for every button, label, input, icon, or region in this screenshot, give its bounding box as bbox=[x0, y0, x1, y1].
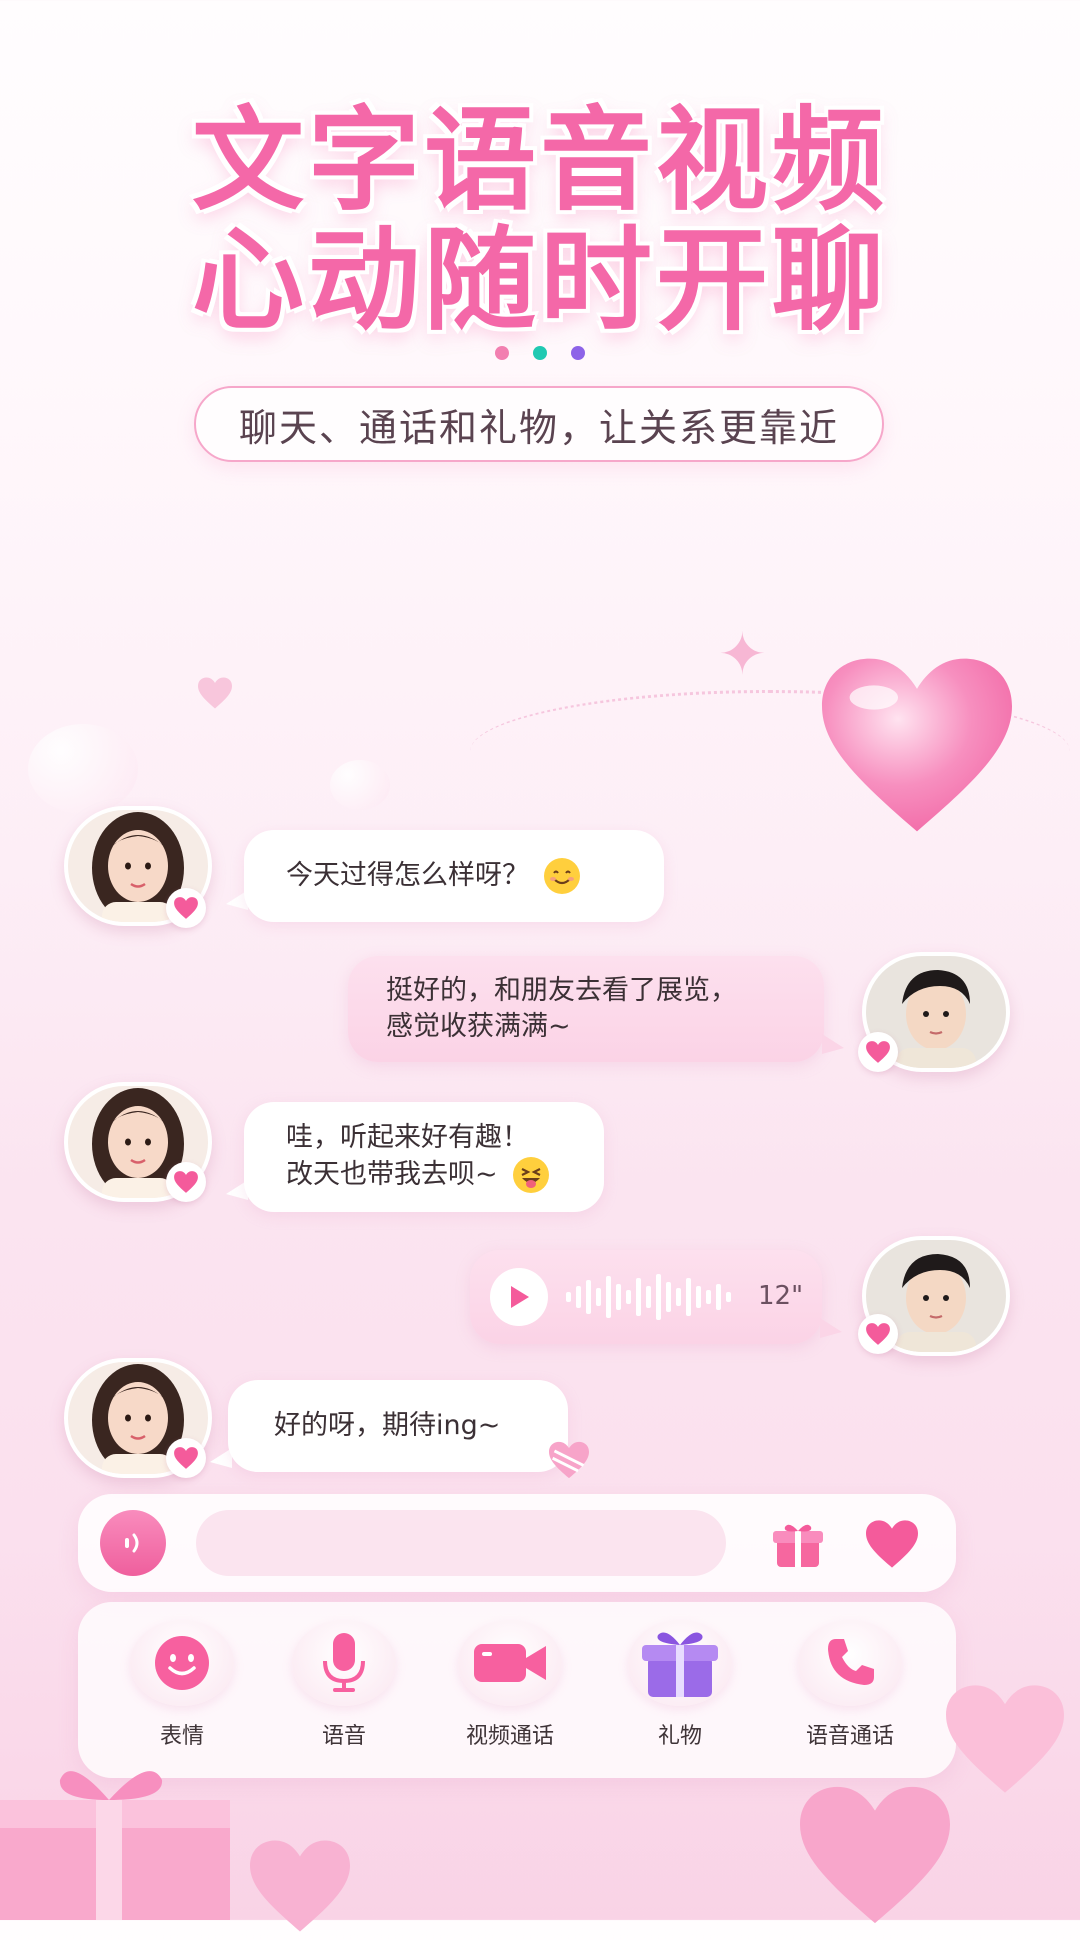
tool-emoji[interactable]: 表情 bbox=[112, 1620, 252, 1770]
pager-dot-3 bbox=[571, 346, 585, 360]
smiling-face-icon bbox=[543, 857, 581, 895]
headline-line-1: 文字语音视频 bbox=[192, 96, 888, 226]
tool-label: 表情 bbox=[159, 1724, 204, 1749]
chat-input-bar bbox=[78, 1494, 956, 1592]
pager-dot-2 bbox=[533, 346, 547, 360]
sparkle-icon: ✦ bbox=[718, 620, 767, 688]
tool-label: 视频通话 bbox=[465, 1724, 554, 1749]
pager-dots bbox=[0, 346, 1080, 360]
headline-line-2: 心动随时开聊 bbox=[192, 216, 888, 346]
subtitle-pill: 聊天、通话和礼物，让关系更靠近 bbox=[194, 386, 884, 462]
message-input[interactable] bbox=[196, 1510, 726, 1576]
gift-icon bbox=[773, 1524, 823, 1567]
glossy-heart-icon bbox=[790, 1780, 960, 1934]
small-heart-icon bbox=[196, 676, 234, 714]
video-camera-icon bbox=[474, 1644, 546, 1682]
chat-bubble-incoming: 今天过得怎么样呀？ bbox=[244, 830, 664, 922]
tool-label: 语音通话 bbox=[805, 1724, 894, 1749]
glossy-heart-icon bbox=[240, 1836, 360, 1940]
candy-heart-icon bbox=[546, 1440, 592, 1484]
voice-duration: 12" bbox=[758, 1281, 804, 1311]
tool-voice-call[interactable]: 语音通话 bbox=[780, 1620, 920, 1770]
decor-bubble bbox=[330, 760, 390, 810]
play-button[interactable] bbox=[490, 1268, 548, 1326]
glossy-heart-icon bbox=[812, 650, 1022, 840]
decor-bubble bbox=[28, 724, 138, 814]
heart-badge-icon bbox=[858, 1314, 898, 1354]
microphone-icon bbox=[323, 1633, 365, 1692]
tool-video-call[interactable]: 视频通话 bbox=[440, 1620, 580, 1770]
tool-gift[interactable]: 礼物 bbox=[610, 1620, 750, 1770]
heart-badge-icon bbox=[166, 888, 206, 928]
message-text: 好的呀，期待ing~ bbox=[274, 1410, 501, 1441]
play-icon bbox=[511, 1286, 529, 1308]
chat-bubble-incoming: 好的呀，期待ing~ bbox=[228, 1380, 568, 1472]
message-line-1: 哇，听起来好有趣！ bbox=[286, 1122, 529, 1153]
feature-toolbar: 表情 语音 视频通话 礼物 语音通话 bbox=[78, 1602, 956, 1778]
voice-input-button[interactable] bbox=[100, 1510, 166, 1576]
chat-bubble-incoming: 哇，听起来好有趣！ 改天也带我去呗~ bbox=[244, 1102, 604, 1212]
gift-box-decoration-icon bbox=[0, 1760, 270, 1930]
message-line-1: 挺好的，和朋友去看了展览， bbox=[386, 975, 737, 1006]
squinting-tongue-face-icon bbox=[512, 1156, 550, 1194]
pager-dot-1 bbox=[495, 346, 509, 360]
subtitle-text: 聊天、通话和礼物，让关系更靠近 bbox=[238, 405, 839, 450]
voice-message-bubble[interactable]: 12" bbox=[470, 1250, 822, 1344]
heart-icon bbox=[866, 1520, 918, 1568]
heart-badge-icon bbox=[166, 1438, 206, 1478]
tool-voice[interactable]: 语音 bbox=[274, 1620, 414, 1770]
message-text: 今天过得怎么样呀？ bbox=[286, 860, 529, 891]
chat-bubble-outgoing: 挺好的，和朋友去看了展览， 感觉收获满满~ bbox=[348, 956, 824, 1062]
heart-badge-icon bbox=[166, 1162, 206, 1202]
message-line-2: 感觉收获满满~ bbox=[386, 1011, 571, 1042]
bubble-tail bbox=[820, 1318, 842, 1338]
like-button[interactable] bbox=[862, 1516, 922, 1572]
heart-badge-icon bbox=[858, 1032, 898, 1072]
bubble-tail bbox=[822, 1034, 844, 1054]
phone-icon bbox=[828, 1639, 874, 1685]
tool-label: 礼物 bbox=[657, 1724, 702, 1749]
gift-box-icon bbox=[642, 1632, 718, 1697]
smiley-icon bbox=[155, 1636, 209, 1690]
tool-label: 语音 bbox=[321, 1724, 366, 1749]
message-line-2: 改天也带我去呗~ bbox=[286, 1159, 498, 1190]
waveform-icon bbox=[566, 1274, 731, 1320]
voice-wave-icon bbox=[125, 1533, 139, 1553]
glossy-heart-icon bbox=[940, 1680, 1070, 1802]
gift-button[interactable] bbox=[768, 1514, 828, 1574]
